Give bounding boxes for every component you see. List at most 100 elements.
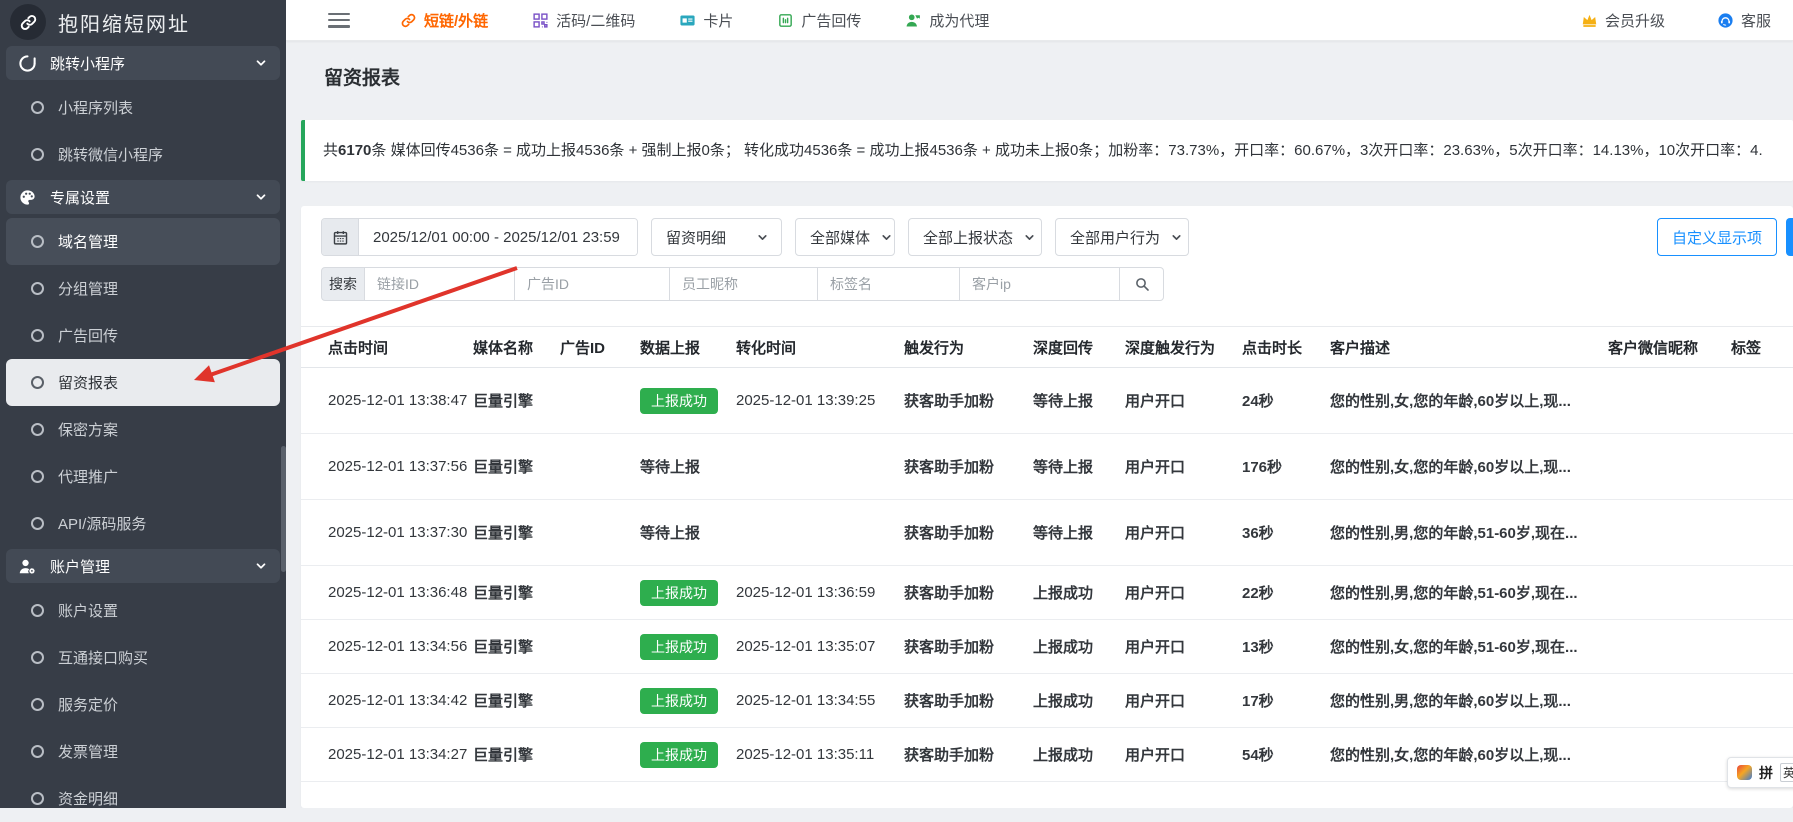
nav-item-短链/外链[interactable]: 短链/外链 — [400, 10, 488, 31]
circle-bullet-icon — [31, 698, 44, 711]
cell-trigger: 获客助手加粉 — [904, 368, 1033, 434]
ime-logo-icon — [1737, 765, 1752, 780]
circle-bullet-icon — [31, 235, 44, 248]
nav-item-客服[interactable]: 客服 — [1717, 10, 1771, 31]
search-input-staff-nickname[interactable] — [670, 267, 818, 301]
sidebar-item-分组管理[interactable]: 分组管理 — [0, 265, 286, 312]
cell-desc: 您的性别,女,您的年龄,60岁以上,现... — [1330, 368, 1608, 434]
search-button[interactable] — [1120, 267, 1164, 301]
sidebar-group-跳转小程序[interactable]: 跳转小程序 — [6, 46, 280, 80]
cell-tag — [1731, 566, 1793, 620]
card-icon — [679, 12, 696, 29]
sidebar-item-广告回传[interactable]: 广告回传 — [0, 312, 286, 359]
cell-trigger: 获客助手加粉 — [904, 620, 1033, 674]
cell-deep_report: 上报成功 — [1033, 566, 1125, 620]
date-range-group: 2025/12/01 00:00 - 2025/12/01 23:59 — [321, 218, 638, 256]
sidebar-item-资金明细[interactable]: 资金明细 — [0, 775, 286, 822]
sidebar-item-服务定价[interactable]: 服务定价 — [0, 681, 286, 728]
filter-select-user-behavior[interactable]: 全部用户行为 — [1055, 218, 1189, 256]
ime-toolbar[interactable]: 拼 英 — [1727, 757, 1793, 788]
filter-select-report-status[interactable]: 全部上报状态 — [908, 218, 1042, 256]
cell-media: 巨量引擎 — [473, 674, 560, 728]
sidebar-item-留资报表[interactable]: 留资报表 — [6, 359, 280, 406]
support-icon — [1717, 12, 1734, 29]
sidebar-group-账户管理[interactable]: 账户管理 — [6, 549, 280, 583]
chevron-down-icon — [254, 190, 268, 204]
sidebar-group-label: 账户管理 — [50, 556, 110, 577]
cell-media: 巨量引擎 — [473, 566, 560, 620]
sidebar-item-label: 小程序列表 — [58, 97, 133, 118]
cell-media: 巨量引擎 — [473, 728, 560, 782]
sidebar-item-账户设置[interactable]: 账户设置 — [0, 587, 286, 634]
nav-item-成为代理[interactable]: 成为代理 — [905, 10, 989, 31]
cell-tag — [1731, 674, 1793, 728]
cell-desc: 您的性别,女,您的年龄,60岁以上,现... — [1330, 728, 1608, 782]
cell-tag — [1731, 434, 1793, 500]
chevron-down-icon — [254, 56, 268, 70]
filter-select-value: 全部用户行为 — [1070, 227, 1160, 248]
cell-media: 巨量引擎 — [473, 500, 560, 566]
nav-item-label: 活码/二维码 — [556, 10, 635, 31]
cell-report: 等待上报 — [640, 434, 736, 500]
sidebar-item-跳转微信小程序[interactable]: 跳转微信小程序 — [0, 131, 286, 178]
cell-media: 巨量引擎 — [473, 368, 560, 434]
export-button[interactable]: 导出 — [1786, 218, 1793, 256]
cell-trigger: 获客助手加粉 — [904, 434, 1033, 500]
sidebar-item-发票管理[interactable]: 发票管理 — [0, 728, 286, 775]
ime-english-mode[interactable]: 英 — [1780, 763, 1793, 782]
cell-ad_id — [560, 620, 640, 674]
cell-duration: 54秒 — [1242, 728, 1330, 782]
search-input-ad-id[interactable] — [515, 267, 670, 301]
cell-duration: 17秒 — [1242, 674, 1330, 728]
sidebar-item-互通接口购买[interactable]: 互通接口购买 — [0, 634, 286, 681]
cell-report: 上报成功 — [640, 728, 736, 782]
app-logo[interactable]: 抱阳缩短网址 — [0, 0, 286, 44]
cell-ad_id — [560, 566, 640, 620]
filter-select-report-type[interactable]: 留资明细 — [651, 218, 782, 256]
circle-bullet-icon — [31, 148, 44, 161]
cell-tag — [1731, 620, 1793, 674]
sidebar-item-域名管理[interactable]: 域名管理 — [6, 218, 280, 265]
search-input-customer-ip[interactable] — [960, 267, 1120, 301]
search-input-tag-name[interactable] — [818, 267, 960, 301]
cell-deep_report: 上报成功 — [1033, 728, 1125, 782]
search-input-link-id[interactable] — [365, 267, 515, 301]
sidebar-item-保密方案[interactable]: 保密方案 — [0, 406, 286, 453]
sidebar-item-API/源码服务[interactable]: API/源码服务 — [0, 500, 286, 547]
table-row: 2025-12-01 13:38:47巨量引擎上报成功2025-12-01 13… — [301, 368, 1793, 434]
cell-tag — [1731, 500, 1793, 566]
cell-wechat — [1608, 434, 1731, 500]
menu-toggle-icon[interactable] — [328, 13, 350, 28]
cell-media: 巨量引擎 — [473, 620, 560, 674]
cell-duration: 36秒 — [1242, 500, 1330, 566]
user-gear-icon — [18, 557, 37, 576]
calendar-icon[interactable] — [322, 219, 359, 255]
sidebar-scrollbar[interactable] — [281, 446, 286, 572]
cell-deep_trigger: 用户开口 — [1125, 566, 1242, 620]
cell-trigger: 获客助手加粉 — [904, 566, 1033, 620]
qrcode-icon — [532, 12, 549, 29]
circle-bullet-icon — [31, 470, 44, 483]
nav-item-卡片[interactable]: 卡片 — [679, 10, 733, 31]
customize-columns-button[interactable]: 自定义显示项 — [1657, 218, 1777, 256]
cell-deep_report: 等待上报 — [1033, 434, 1125, 500]
circle-bullet-icon — [31, 376, 44, 389]
nav-item-活码/二维码[interactable]: 活码/二维码 — [532, 10, 635, 31]
sidebar-item-label: 域名管理 — [58, 231, 118, 252]
nav-item-会员升级[interactable]: 会员升级 — [1581, 10, 1665, 31]
cell-desc: 您的性别,女,您的年龄,51-60岁,现在... — [1330, 620, 1608, 674]
sidebar-item-小程序列表[interactable]: 小程序列表 — [0, 84, 286, 131]
sidebar-group-专属设置[interactable]: 专属设置 — [6, 180, 280, 214]
circle-bullet-icon — [31, 745, 44, 758]
ime-pinyin-mode[interactable]: 拼 — [1759, 763, 1773, 783]
report-card: 2025/12/01 00:00 - 2025/12/01 23:59 留资明细… — [301, 206, 1793, 808]
sidebar-item-代理推广[interactable]: 代理推广 — [0, 453, 286, 500]
cell-duration: 24秒 — [1242, 368, 1330, 434]
chevron-down-icon — [1170, 231, 1183, 244]
date-range-input[interactable]: 2025/12/01 00:00 - 2025/12/01 23:59 — [359, 219, 637, 255]
search-row: 搜索 — [321, 267, 1793, 301]
cell-click_time: 2025-12-01 13:34:56 — [301, 620, 473, 674]
nav-item-广告回传[interactable]: 广告回传 — [777, 10, 861, 31]
sidebar-item-label: API/源码服务 — [58, 513, 146, 534]
filter-select-media[interactable]: 全部媒体 — [795, 218, 895, 256]
